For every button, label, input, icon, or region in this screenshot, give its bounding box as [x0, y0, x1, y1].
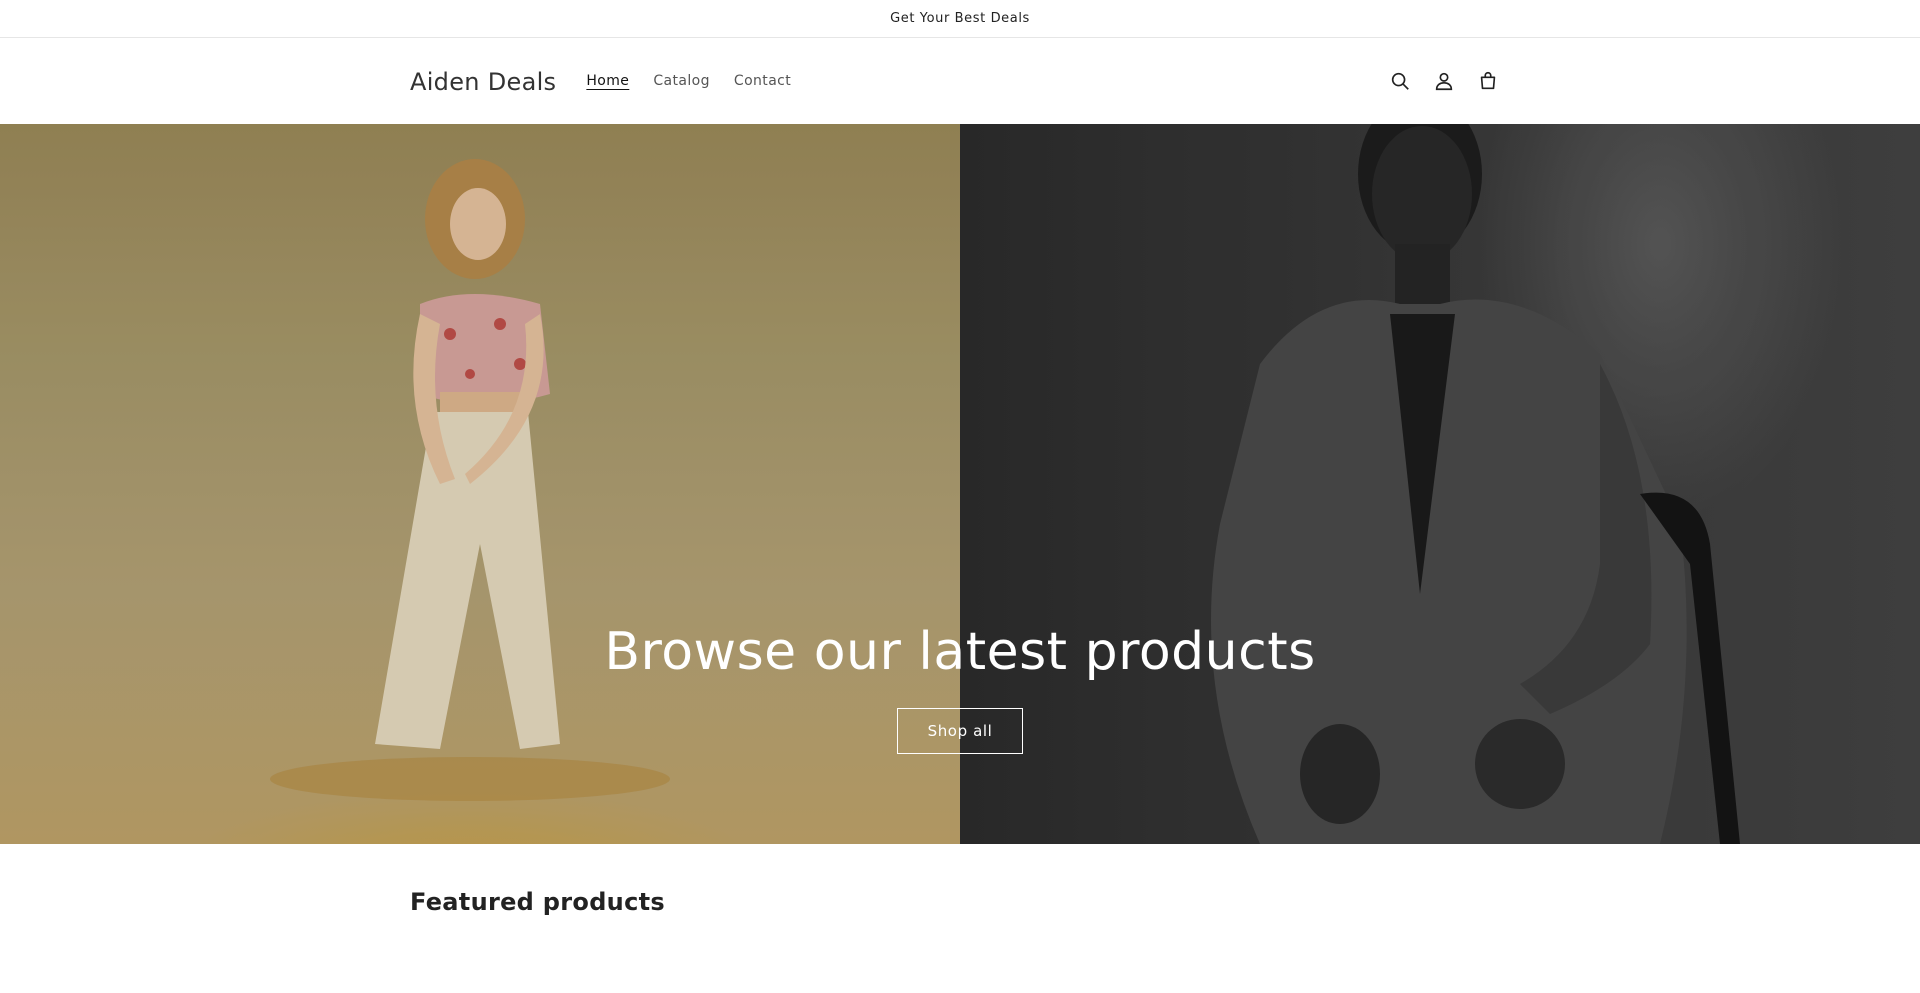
hero-title: Browse our latest products [604, 622, 1316, 682]
hero-banner: Browse our latest products Shop all [0, 124, 1920, 844]
account-icon [1435, 72, 1453, 91]
featured-products-heading: Featured products [410, 888, 665, 916]
nav-link-home[interactable]: Home [586, 67, 629, 95]
shop-all-button[interactable]: Shop all [896, 708, 1024, 754]
announcement-text: Get Your Best Deals [890, 11, 1030, 26]
hero-content: Browse our latest products Shop all [0, 622, 1920, 754]
announcement-bar: Get Your Best Deals [0, 0, 1920, 38]
main-nav: Home Catalog Contact [586, 67, 815, 95]
store-logo[interactable]: Aiden Deals [410, 68, 556, 96]
site-header: Aiden Deals Home Catalog Contact [0, 38, 1920, 124]
account-button[interactable] [1422, 59, 1466, 103]
nav-link-catalog[interactable]: Catalog [653, 67, 710, 95]
cart-button[interactable] [1466, 59, 1510, 103]
search-button[interactable] [1378, 59, 1422, 103]
cart-icon [1480, 71, 1496, 90]
search-icon [1391, 72, 1409, 90]
nav-link-contact[interactable]: Contact [734, 67, 791, 95]
header-icons [1378, 59, 1510, 103]
